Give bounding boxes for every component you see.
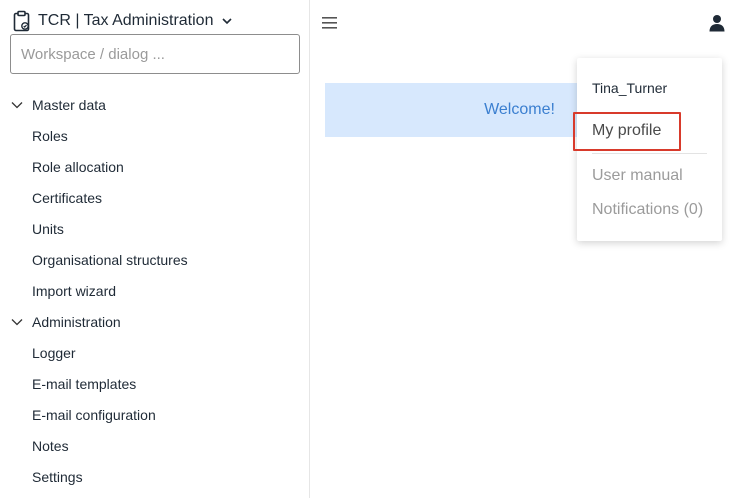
sidebar: TCR | Tax Administration Master data Rol…	[0, 0, 310, 498]
nav-group-administration[interactable]: Administration	[0, 306, 310, 337]
notifications-menu-item[interactable]: Notifications (0)	[592, 201, 703, 219]
sidebar-item-settings[interactable]: Settings	[0, 461, 310, 492]
nav-group-label: Master data	[32, 96, 106, 113]
app-switcher[interactable]: TCR | Tax Administration	[12, 10, 233, 32]
my-profile-menu-item[interactable]: My profile	[592, 122, 661, 140]
nav-group-label: Administration	[32, 313, 121, 330]
user-account-icon[interactable]	[708, 14, 726, 32]
chevron-down-icon	[11, 101, 23, 108]
sidebar-item-units[interactable]: Units	[0, 213, 310, 244]
clipboard-icon	[13, 10, 30, 32]
sidebar-nav: Master data Roles Role allocation Certif…	[0, 89, 310, 492]
chevron-down-icon	[222, 18, 233, 25]
search-input[interactable]	[10, 34, 300, 74]
sidebar-item-notes[interactable]: Notes	[0, 430, 310, 461]
nav-group-master-data[interactable]: Master data	[0, 89, 310, 120]
sidebar-item-certificates[interactable]: Certificates	[0, 182, 310, 213]
hamburger-menu-icon[interactable]	[322, 16, 338, 30]
welcome-text: Welcome!	[484, 101, 555, 118]
username-label: Tina_Turner	[592, 80, 668, 96]
sidebar-item-organisational-structures[interactable]: Organisational structures	[0, 244, 310, 275]
sidebar-item-role-allocation[interactable]: Role allocation	[0, 151, 310, 182]
sidebar-item-email-templates[interactable]: E-mail templates	[0, 368, 310, 399]
sidebar-item-roles[interactable]: Roles	[0, 120, 310, 151]
app-title: TCR | Tax Administration	[38, 12, 214, 29]
user-menu-dropdown: Tina_Turner My profile User manual Notif…	[573, 58, 722, 241]
sidebar-item-email-configuration[interactable]: E-mail configuration	[0, 399, 310, 430]
user-manual-menu-item[interactable]: User manual	[592, 167, 683, 185]
sidebar-item-logger[interactable]: Logger	[0, 337, 310, 368]
chevron-down-icon	[11, 318, 23, 325]
sidebar-item-import-wizard[interactable]: Import wizard	[0, 275, 310, 306]
menu-divider	[592, 153, 707, 154]
